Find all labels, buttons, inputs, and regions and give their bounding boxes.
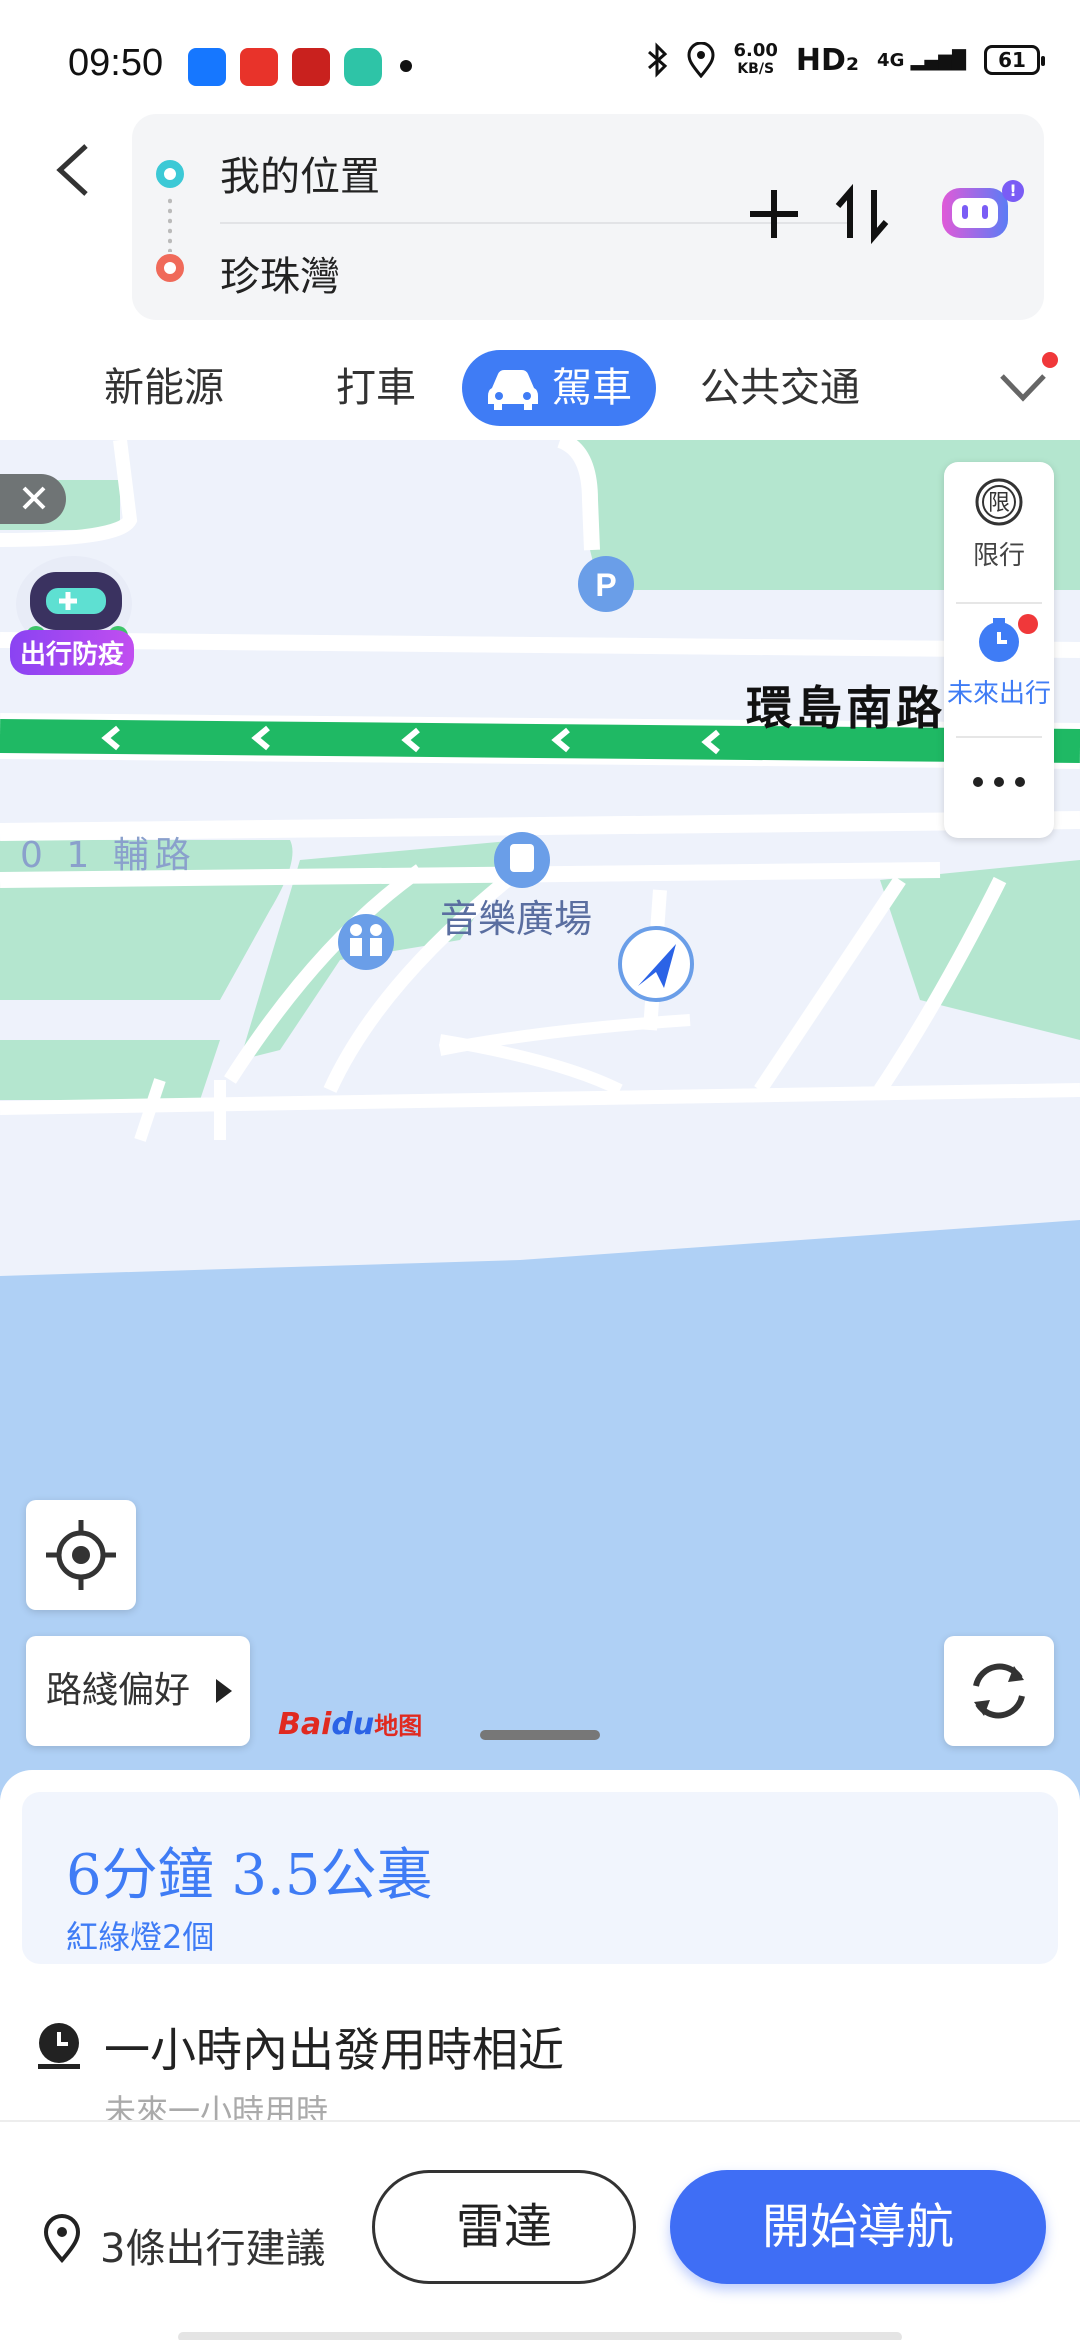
car-icon bbox=[488, 370, 538, 410]
status-bar: 09:50 6.00 KB/S HD₂ 4G ▂▄▆█ 61 bbox=[0, 0, 1080, 110]
tab-public-transit[interactable]: 公共交通 bbox=[700, 350, 860, 426]
radar-button[interactable]: 雷達 bbox=[372, 2170, 636, 2284]
assistant-badge: ! bbox=[1002, 180, 1024, 202]
chat-app-icon bbox=[344, 48, 382, 86]
refresh-button[interactable] bbox=[944, 1636, 1054, 1746]
locate-button[interactable] bbox=[26, 1500, 136, 1610]
back-icon[interactable] bbox=[48, 140, 98, 200]
bottom-action-bar: 3條出行建議 雷達 開始導航 bbox=[0, 2120, 1080, 2340]
poi-label-plaza[interactable]: 音樂廣場 bbox=[440, 888, 592, 943]
traffic-lights-count: 紅綠燈2個 bbox=[66, 1918, 215, 1956]
panel-divider bbox=[956, 602, 1042, 604]
hd-indicator: HD₂ bbox=[795, 42, 860, 78]
start-navigation-button[interactable]: 開始導航 bbox=[670, 2170, 1046, 2284]
close-icon bbox=[22, 486, 46, 510]
epidemic-label[interactable]: 出行防疫 bbox=[10, 630, 135, 675]
more-tools-button[interactable] bbox=[944, 752, 1054, 819]
status-time: 09:50 bbox=[68, 42, 164, 84]
tab-new-energy[interactable]: 新能源 bbox=[104, 350, 224, 426]
play-arrow-icon bbox=[216, 1679, 232, 1703]
transport-tabs: 新能源 打車 駕車 公共交通 bbox=[0, 330, 1080, 440]
crosshair-icon bbox=[46, 1520, 116, 1590]
refresh-icon bbox=[973, 1663, 1025, 1719]
svg-text:限: 限 bbox=[988, 491, 1010, 516]
traffic-restriction-button[interactable]: 限 限行 bbox=[944, 476, 1054, 572]
close-widget-button[interactable] bbox=[0, 474, 66, 524]
road-label-side: 0 1 輔路 bbox=[20, 835, 197, 876]
sheet-drag-handle[interactable] bbox=[480, 1730, 600, 1740]
start-input[interactable]: 我的位置 bbox=[220, 144, 380, 202]
location-icon bbox=[687, 42, 715, 78]
restriction-icon: 限 bbox=[975, 478, 1023, 526]
network-speed: 6.00 KB/S bbox=[733, 40, 778, 78]
more-dots-icon bbox=[973, 777, 1025, 787]
study-app-icon bbox=[292, 48, 330, 86]
chevron-down-icon[interactable] bbox=[996, 360, 1050, 414]
future-red-dot bbox=[1018, 614, 1038, 634]
home-indicator bbox=[178, 2332, 902, 2340]
route-sheet: 6分鐘 3.5公裏 紅綠燈2個 一小時內出發用時相近 未來一小時用時 bbox=[0, 1770, 1080, 2120]
baidu-map-logo: Baidu地图 bbox=[278, 1707, 423, 1742]
notification-dot bbox=[1042, 352, 1058, 368]
route-header: 我的位置 珍珠灣 ! bbox=[0, 110, 1080, 330]
route-connector bbox=[168, 196, 172, 252]
start-point-icon bbox=[156, 160, 184, 188]
more-notifications-dot bbox=[400, 60, 412, 72]
route-time-distance: 6分鐘 3.5公裏 bbox=[66, 1843, 433, 1908]
map-tools-panel: 限 限行 未來出行 bbox=[944, 462, 1054, 838]
news-app-icon bbox=[240, 48, 278, 86]
map-canvas: P bbox=[0, 440, 1080, 1800]
alipay-app-icon bbox=[188, 48, 226, 86]
travel-suggestions[interactable]: 3條出行建議 bbox=[40, 2214, 325, 2274]
map-view[interactable]: P 環島南路 0 1 輔路 音樂廣場 出行防疫 限 限行 未來出行 路綫偏好 B… bbox=[0, 440, 1080, 1800]
tab-drive[interactable]: 駕車 bbox=[462, 350, 656, 426]
battery-icon: 61 bbox=[984, 45, 1045, 75]
route-preference-button[interactable]: 路綫偏好 bbox=[26, 1636, 250, 1746]
location-pin-icon bbox=[43, 2214, 81, 2264]
destination-point-icon bbox=[156, 254, 184, 282]
svg-text:P: P bbox=[595, 567, 616, 603]
route-summary-card[interactable]: 6分鐘 3.5公裏 紅綠燈2個 bbox=[22, 1792, 1058, 1964]
future-travel-title[interactable]: 一小時內出發用時相近 bbox=[104, 2014, 564, 2080]
signal-icon: 4G ▂▄▆█ bbox=[877, 49, 966, 71]
future-travel-button[interactable]: 未來出行 bbox=[944, 614, 1054, 710]
bluetooth-icon bbox=[648, 42, 668, 78]
add-waypoint-icon[interactable] bbox=[744, 184, 804, 244]
panel-divider bbox=[956, 736, 1042, 738]
road-label-main: 環島南路 bbox=[746, 681, 946, 735]
clock-icon bbox=[38, 2023, 80, 2069]
destination-input[interactable]: 珍珠灣 bbox=[220, 244, 340, 302]
route-card: 我的位置 珍珠灣 ! bbox=[132, 114, 1044, 320]
future-travel-subtitle: 未來一小時用時 bbox=[104, 2092, 329, 2120]
tab-taxi[interactable]: 打車 bbox=[336, 350, 416, 426]
swap-route-icon[interactable] bbox=[832, 184, 892, 244]
